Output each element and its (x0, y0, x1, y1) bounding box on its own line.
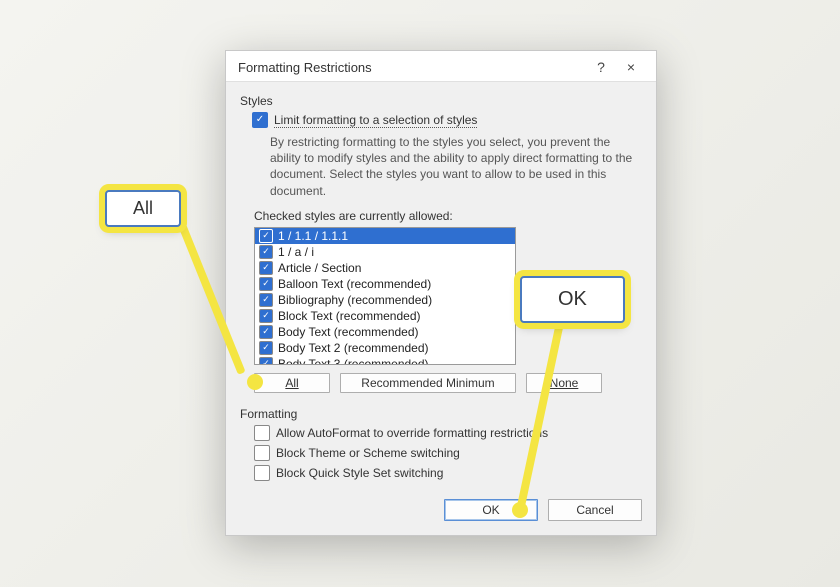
list-item-label: Article / Section (278, 261, 361, 275)
list-item-label: Balloon Text (recommended) (278, 277, 431, 291)
styles-section-label: Styles (240, 94, 642, 108)
list-item-checkbox[interactable] (259, 309, 273, 323)
leader-dot-ok (512, 502, 528, 518)
list-item-checkbox[interactable] (259, 341, 273, 355)
formatting-section: Formatting Allow AutoFormat to override … (240, 407, 642, 481)
formatting-option-checkbox[interactable] (254, 425, 270, 441)
formatting-option-label[interactable]: Allow AutoFormat to override formatting … (276, 426, 548, 440)
list-item[interactable]: Bibliography (recommended) (255, 292, 515, 308)
restriction-description: By restricting formatting to the styles … (270, 134, 642, 199)
list-item-label: 1 / 1.1 / 1.1.1 (278, 229, 348, 243)
list-item-label: Block Text (recommended) (278, 309, 421, 323)
formatting-option-label[interactable]: Block Quick Style Set switching (276, 466, 443, 480)
callout-ok-text: OK (558, 288, 587, 310)
limit-formatting-checkbox[interactable] (252, 112, 268, 128)
limit-formatting-row: Limit formatting to a selection of style… (252, 112, 642, 128)
help-button[interactable]: ? (586, 59, 616, 75)
list-item[interactable]: Block Text (recommended) (255, 308, 515, 324)
list-item[interactable]: 1 / 1.1 / 1.1.1 (255, 228, 515, 244)
all-button[interactable]: All (254, 373, 330, 393)
list-item-label: Bibliography (recommended) (278, 293, 432, 307)
list-item-checkbox[interactable] (259, 261, 273, 275)
allowed-styles-label: Checked styles are currently allowed: (254, 209, 642, 223)
callout-ok: OK (520, 276, 625, 323)
list-item[interactable]: Body Text 2 (recommended) (255, 340, 515, 356)
titlebar: Formatting Restrictions ? × (226, 51, 656, 82)
formatting-option-label[interactable]: Block Theme or Scheme switching (276, 446, 460, 460)
formatting-option-row: Allow AutoFormat to override formatting … (254, 425, 642, 441)
list-item-checkbox[interactable] (259, 277, 273, 291)
formatting-section-label: Formatting (240, 407, 642, 421)
list-item-label: 1 / a / i (278, 245, 314, 259)
close-button[interactable]: × (616, 59, 646, 75)
formatting-option-row: Block Theme or Scheme switching (254, 445, 642, 461)
styles-listbox[interactable]: 1 / 1.1 / 1.1.1 1 / a / i Article / Sectio… (254, 227, 516, 365)
list-item-label: Body Text 2 (recommended) (278, 341, 429, 355)
leader-dot-all (247, 374, 263, 390)
formatting-option-row: Block Quick Style Set switching (254, 465, 642, 481)
none-button[interactable]: None (526, 373, 602, 393)
list-item-label: Body Text 3 (recommended) (278, 357, 429, 365)
cancel-button[interactable]: Cancel (548, 499, 642, 521)
callout-all: All (105, 190, 181, 227)
list-item-checkbox[interactable] (259, 357, 273, 365)
recommended-minimum-button[interactable]: Recommended Minimum (340, 373, 516, 393)
style-buttons-row: All Recommended Minimum None (254, 373, 642, 393)
dialog-title: Formatting Restrictions (238, 60, 586, 75)
list-item-checkbox[interactable] (259, 325, 273, 339)
list-item[interactable]: Article / Section (255, 260, 515, 276)
list-item[interactable]: Balloon Text (recommended) (255, 276, 515, 292)
list-item-checkbox[interactable] (259, 245, 273, 259)
callout-all-text: All (133, 198, 153, 218)
formatting-option-checkbox[interactable] (254, 465, 270, 481)
dialog-footer: OK Cancel (240, 499, 642, 521)
list-item-checkbox[interactable] (259, 293, 273, 307)
list-item-checkbox[interactable] (259, 229, 273, 243)
list-item-label: Body Text (recommended) (278, 325, 419, 339)
list-item[interactable]: Body Text (recommended) (255, 324, 515, 340)
formatting-option-checkbox[interactable] (254, 445, 270, 461)
limit-formatting-label[interactable]: Limit formatting to a selection of style… (274, 113, 477, 128)
list-item[interactable]: Body Text 3 (recommended) (255, 356, 515, 365)
list-item[interactable]: 1 / a / i (255, 244, 515, 260)
